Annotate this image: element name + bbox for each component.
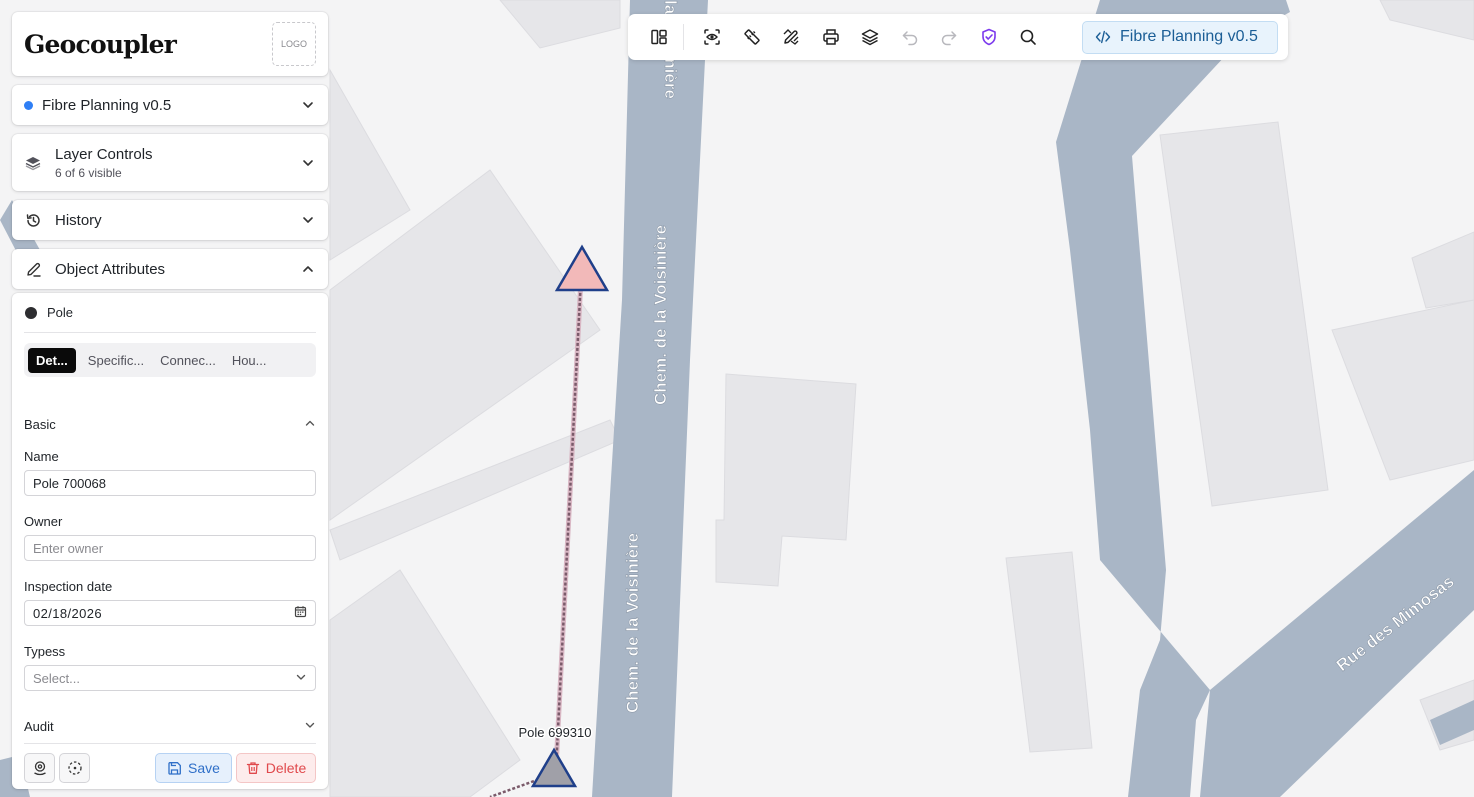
object-attributes-header[interactable]: Object Attributes xyxy=(12,249,328,289)
project-name: Fibre Planning v0.5 xyxy=(42,96,172,114)
layer-visibility-count: 6 of 6 visible xyxy=(55,165,122,180)
object-type-dot xyxy=(25,306,37,319)
history-icon xyxy=(24,211,42,229)
chevron-down-icon xyxy=(304,719,316,734)
map-pin-icon xyxy=(33,761,46,776)
typess-placeholder: Select... xyxy=(33,670,80,686)
inspection-date-value: 02/18/2026 xyxy=(33,605,103,621)
trash-icon xyxy=(246,762,259,774)
brand-header: Geocoupler LOGO xyxy=(12,12,328,76)
street-label-mid: Chem. de la Voisinière xyxy=(651,225,670,405)
layers-icon[interactable] xyxy=(859,26,881,48)
chevron-up-icon xyxy=(304,417,316,432)
undo-icon[interactable] xyxy=(899,26,921,48)
save-label: Save xyxy=(188,760,220,776)
brand-name: Geocoupler xyxy=(24,29,177,59)
toolbar-divider xyxy=(683,24,684,50)
redo-icon[interactable] xyxy=(938,26,960,48)
measure-ruler-icon[interactable] xyxy=(741,26,763,48)
name-input[interactable] xyxy=(33,475,307,491)
dashed-circle-select-icon xyxy=(67,761,82,775)
draw-tools-icon[interactable] xyxy=(780,26,802,48)
chevron-down-icon xyxy=(295,671,307,686)
object-attributes-panel: Pole Det... Specific... Connec... Hou...… xyxy=(12,293,328,789)
typess-label: Typess xyxy=(24,644,66,659)
map-toolbar: Fibre Planning v0.5 xyxy=(628,14,1288,60)
search-icon[interactable] xyxy=(1017,26,1039,48)
object-actions: Save Delete xyxy=(24,753,316,783)
object-attributes-title: Object Attributes xyxy=(55,260,166,278)
project-code-label: Fibre Planning v0.5 xyxy=(1120,28,1258,45)
chevron-down-icon xyxy=(300,155,316,171)
locate-object-button[interactable] xyxy=(24,753,55,783)
layout-panels-icon[interactable] xyxy=(648,26,670,48)
print-icon[interactable] xyxy=(820,26,842,48)
inspection-date-label: Inspection date xyxy=(24,579,113,594)
project-status-dot xyxy=(24,100,33,110)
object-type: Pole xyxy=(47,305,74,320)
delete-label: Delete xyxy=(265,760,307,776)
logo-placeholder: LOGO xyxy=(272,22,316,66)
code-icon xyxy=(1095,30,1111,44)
typess-select[interactable]: Select... xyxy=(24,665,316,691)
attribute-tabs: Det... Specific... Connec... Hou... xyxy=(24,343,316,377)
tab-houses[interactable]: Hou... xyxy=(228,348,271,373)
pencil-icon xyxy=(24,260,42,278)
owner-field[interactable] xyxy=(24,535,316,561)
basic-section-toggle[interactable]: Basic xyxy=(24,417,316,432)
pole-label: Pole 699310 xyxy=(518,725,591,740)
layer-controls-panel[interactable]: Layer Controls 6 of 6 visible xyxy=(12,134,328,191)
chevron-up-icon xyxy=(300,261,316,277)
chevron-down-icon xyxy=(300,212,316,228)
audit-section-title: Audit xyxy=(24,719,54,734)
basic-section-title: Basic xyxy=(24,417,56,432)
name-field[interactable] xyxy=(24,470,316,496)
focus-view-icon[interactable] xyxy=(701,26,723,48)
street-label-lower: Chem. de la Voisinière xyxy=(623,533,642,713)
project-selector[interactable]: Fibre Planning v0.5 xyxy=(12,85,328,125)
calendar-icon[interactable] xyxy=(294,605,307,621)
tab-details[interactable]: Det... xyxy=(28,347,76,373)
inspection-date-field[interactable]: 02/18/2026 xyxy=(24,600,316,626)
audit-section-toggle[interactable]: Audit xyxy=(24,719,316,744)
save-icon xyxy=(168,761,181,775)
select-area-button[interactable] xyxy=(59,753,90,783)
owner-label: Owner xyxy=(24,514,63,529)
object-type-header: Pole xyxy=(24,293,316,333)
layer-controls-title: Layer Controls xyxy=(55,145,153,163)
chevron-down-icon xyxy=(300,97,316,113)
save-button[interactable]: Save xyxy=(155,753,232,783)
tab-connections[interactable]: Connec... xyxy=(156,348,220,373)
name-label: Name xyxy=(24,449,59,464)
delete-button[interactable]: Delete xyxy=(236,753,316,783)
project-code-button[interactable]: Fibre Planning v0.5 xyxy=(1082,20,1278,54)
history-title: History xyxy=(55,211,102,229)
owner-input[interactable] xyxy=(33,540,307,556)
history-panel[interactable]: History xyxy=(12,200,328,240)
tab-specifications[interactable]: Specific... xyxy=(84,348,148,373)
shield-check-icon[interactable] xyxy=(978,26,1000,48)
layers-icon xyxy=(24,154,42,172)
